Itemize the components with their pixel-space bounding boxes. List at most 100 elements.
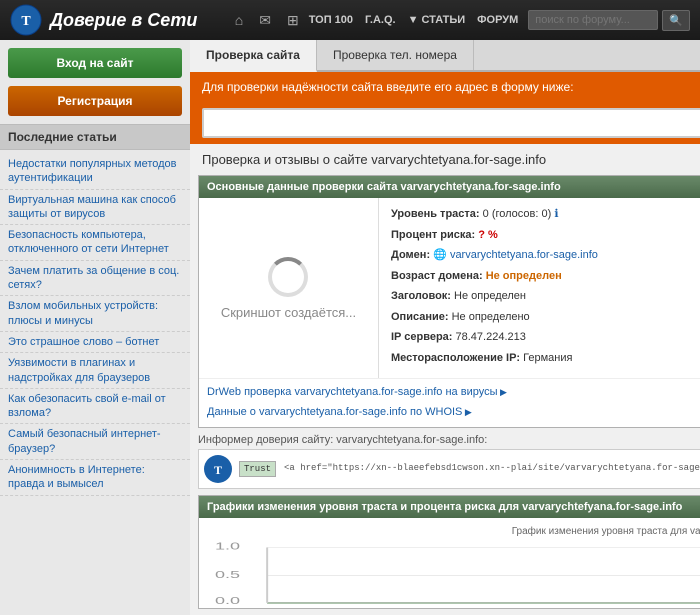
article-link[interactable]: Взлом мобильных устройств: плюсы и минус…	[8, 299, 182, 328]
check-banner: Для проверки надёжности сайта введите ег…	[190, 72, 700, 102]
informer-section: Информер доверия сайту: varvarychtetyana…	[198, 434, 700, 489]
list-item: Как обезопасить свой e-mail от взлома?	[0, 389, 190, 425]
grid-icon[interactable]: ⊞	[287, 12, 299, 29]
trust-level-label: Уровень траста:	[391, 208, 480, 220]
screenshot-spinner: Скриншот создаётся...	[221, 257, 356, 320]
desc-label: Описание:	[391, 311, 449, 323]
tab-check-site[interactable]: Проверка сайта	[190, 40, 317, 72]
sidebar-articles-list: Недостатки популярных методов аутентифик…	[0, 150, 190, 500]
article-link[interactable]: Виртуальная машина как способ защиты от …	[8, 193, 182, 222]
loading-spinner	[268, 257, 308, 297]
list-item: Зачем платить за общение в соц. сетях?	[0, 261, 190, 297]
home-icon[interactable]: ⌂	[235, 12, 243, 28]
result-box-header: Основные данные проверки сайта varvarych…	[199, 176, 700, 198]
svg-text:0.5: 0.5	[215, 569, 240, 580]
article-link[interactable]: Как обезопасить свой e-mail от взлома?	[8, 392, 182, 421]
location-label: Месторасположение IP:	[391, 352, 520, 364]
screenshot-text: Скриншот создаётся...	[221, 305, 356, 320]
article-link[interactable]: Анонимность в Интернете: правда и вымысе…	[8, 463, 182, 492]
chart-area: График изменения уровня траста для varva…	[199, 518, 700, 608]
article-link[interactable]: Самый безопасный интернет-браузер?	[8, 427, 182, 456]
layout: Вход на сайт Регистрация Последние стать…	[0, 40, 700, 615]
search-button[interactable]: 🔍	[662, 10, 690, 31]
ip-row: IP сервера: 78.47.224.213	[391, 329, 700, 346]
sidebar: Вход на сайт Регистрация Последние стать…	[0, 40, 190, 615]
risk-label: Процент риска:	[391, 229, 475, 241]
title-label: Заголовок:	[391, 290, 451, 302]
svg-text:0.0: 0.0	[215, 595, 240, 605]
desc-value: Не определено	[452, 311, 530, 323]
virus-check-link[interactable]: DrWeb проверка varvarychtetyana.for-sage…	[207, 383, 700, 403]
chart-svg: 1.0 0.5 0.0	[207, 541, 700, 606]
ip-label: IP сервера:	[391, 331, 452, 343]
mail-icon[interactable]: ✉	[259, 12, 271, 29]
informer-logo-icon: T	[203, 454, 233, 484]
whois-links: DrWeb проверка varvarychtetyana.for-sage…	[199, 378, 700, 427]
list-item: Взлом мобильных устройств: плюсы и минус…	[0, 296, 190, 332]
list-item: Анонимность в Интернете: правда и вымысе…	[0, 460, 190, 496]
result-content: Скриншот создаётся... ? Уровень траста:	[199, 198, 700, 378]
result-box: Основные данные проверки сайта varvarych…	[198, 175, 700, 428]
domain-value: 🌐 varvarychtetyana.for-sage.info	[433, 249, 598, 261]
age-value: Не определен	[486, 270, 562, 282]
nav-top100[interactable]: ТОП 100	[309, 14, 353, 26]
article-link[interactable]: Уязвимости в плагинах и надстройках для …	[8, 356, 182, 385]
chart-section: Графики изменения уровня траста и процен…	[198, 495, 700, 609]
register-button[interactable]: Регистрация	[8, 86, 182, 116]
site-header: T Доверие в Сети ⌂ ✉ ⊞ ТОП 100 Г.А.Q. ▼ …	[0, 0, 700, 40]
url-input[interactable]	[202, 108, 700, 138]
main-content: Проверка сайта Проверка тел. номера Для …	[190, 40, 700, 615]
title-row: Заголовок: Не определен	[391, 288, 700, 305]
desc-row: Описание: Не определено	[391, 309, 700, 326]
informer-trust-badge: Trust	[239, 461, 276, 477]
risk-row: Процент риска: ? %	[391, 227, 700, 244]
domain-row: Домен: 🌐 varvarychtetyana.for-sage.info	[391, 247, 700, 264]
check-form: ПРОВЕРКА САЙТА	[190, 102, 700, 144]
list-item: Безопасность компьютера, отключенного от…	[0, 225, 190, 261]
domain-label: Домен:	[391, 249, 430, 261]
info-icon: ℹ	[554, 208, 558, 220]
logo-area: T Доверие в Сети	[10, 4, 225, 36]
nav-forum[interactable]: ФОРУМ	[477, 14, 518, 26]
list-item: Это страшное слово – ботнет	[0, 332, 190, 353]
search-input[interactable]	[528, 10, 658, 30]
info-area: ? Уровень траста: 0 (голосов: 0) ℹ Проце…	[379, 198, 700, 378]
article-link[interactable]: Безопасность компьютера, отключенного от…	[8, 228, 182, 257]
article-link[interactable]: Зачем платить за общение в соц. сетях?	[8, 264, 182, 293]
nav-faq[interactable]: Г.А.Q.	[365, 14, 396, 26]
article-link[interactable]: Это страшное слово – ботнет	[8, 335, 182, 349]
chart-inner-title: График изменения уровня траста для varva…	[207, 526, 700, 537]
chart-header: Графики изменения уровня траста и процен…	[199, 496, 700, 518]
trust-level-value: 0 (голосов: 0)	[483, 208, 555, 220]
logo-icon: T	[10, 4, 42, 36]
list-item: Самый безопасный интернет-браузер?	[0, 424, 190, 460]
age-row: Возраст домена: Не определен	[391, 268, 700, 285]
svg-text:1.0: 1.0	[215, 541, 240, 552]
location-value: Германия	[523, 352, 572, 364]
nav-icons: ⌂ ✉ ⊞	[235, 12, 299, 29]
sidebar-articles-title: Последние статьи	[0, 124, 190, 150]
location-row: Месторасположение IP: Германия	[391, 350, 700, 367]
tab-check-phone[interactable]: Проверка тел. номера	[317, 40, 474, 70]
whois-link[interactable]: Данные о varvarychtetyana.for-sage.info …	[207, 403, 700, 423]
ip-value: 78.47.224.213	[456, 331, 526, 343]
list-item: Виртуальная машина как способ защиты от …	[0, 190, 190, 226]
article-link[interactable]: Недостатки популярных методов аутентифик…	[8, 157, 182, 186]
result-title: Проверка и отзывы о сайте varvarychtetya…	[190, 144, 700, 175]
informer-box: T Trust <a href="https://xn--blaeefebsd1…	[198, 449, 700, 489]
age-label: Возраст домена:	[391, 270, 483, 282]
risk-value: ? %	[478, 229, 498, 241]
nav-articles[interactable]: ▼ СТАТЬИ	[408, 14, 466, 26]
svg-text:T: T	[214, 463, 222, 477]
search-area: 🔍	[528, 10, 690, 31]
nav-links: ТОП 100 Г.А.Q. ▼ СТАТЬИ ФОРУМ	[309, 14, 519, 26]
tabs: Проверка сайта Проверка тел. номера	[190, 40, 700, 72]
list-item: Уязвимости в плагинах и надстройках для …	[0, 353, 190, 389]
site-title: Доверие в Сети	[50, 10, 197, 31]
informer-title: Информер доверия сайту: varvarychtetyana…	[198, 434, 700, 446]
svg-text:T: T	[21, 14, 31, 29]
login-button[interactable]: Вход на сайт	[8, 48, 182, 78]
title-value: Не определен	[454, 290, 526, 302]
informer-code: <a href="https://xn--blaeefebsd1cwson.xn…	[284, 463, 700, 475]
trust-level-row: Уровень траста: 0 (голосов: 0) ℹ	[391, 206, 700, 223]
